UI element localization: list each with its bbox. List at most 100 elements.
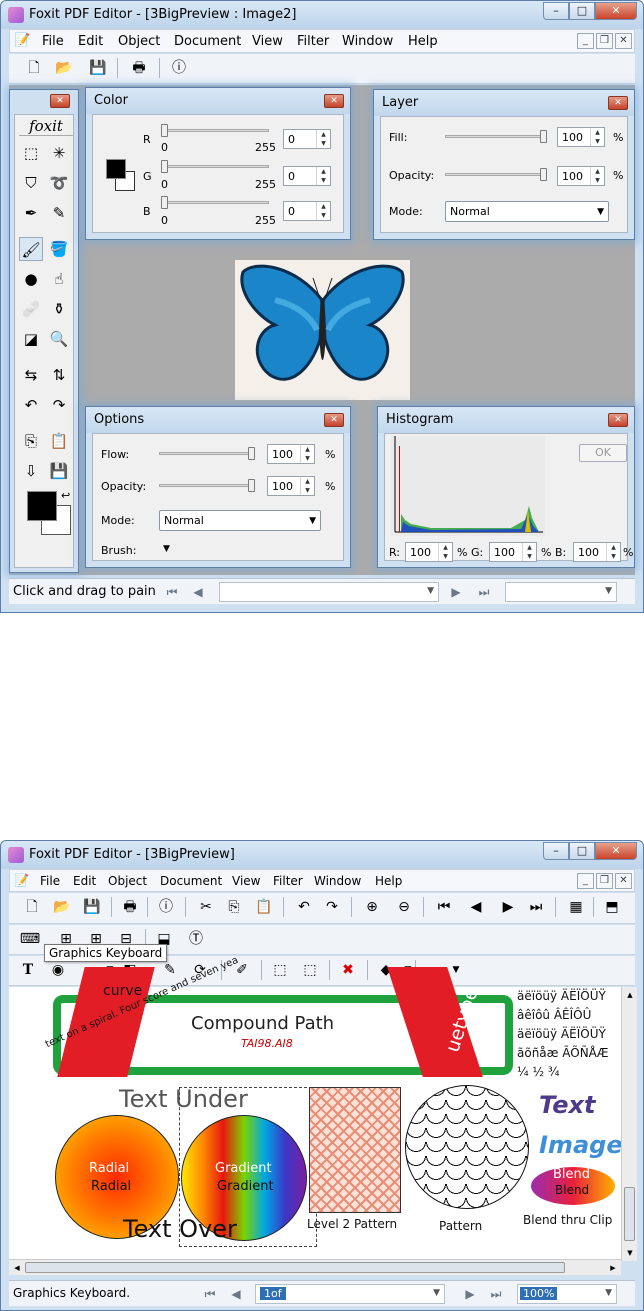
document-canvas[interactable]: curve text on a spiral. Four score and s… bbox=[9, 955, 623, 1259]
zoom-icon[interactable]: 🔍 bbox=[47, 327, 71, 351]
copy-icon[interactable]: ⎘ bbox=[223, 896, 245, 918]
menu-help[interactable]: Help bbox=[408, 34, 438, 49]
close-button[interactable]: ✕ bbox=[595, 2, 637, 20]
menu-object[interactable]: Object bbox=[108, 874, 147, 888]
transform-icon[interactable]: ⬚ bbox=[269, 959, 291, 981]
g-input[interactable]: 0 ▲ ▼ bbox=[283, 166, 331, 186]
new-icon[interactable]: 🗋 bbox=[21, 896, 43, 918]
title-bar[interactable]: Foxit PDF Editor - [3BigPreview : Image2… bbox=[1, 1, 643, 29]
layer-opacity-slider[interactable] bbox=[445, 173, 545, 176]
save-image-icon[interactable]: 💾 bbox=[47, 459, 71, 483]
g-slider[interactable] bbox=[163, 165, 269, 168]
zoom-in-icon[interactable]: ⊕ bbox=[361, 896, 383, 918]
g-slider-thumb[interactable] bbox=[161, 160, 168, 173]
text-tool-icon[interactable]: T bbox=[17, 959, 39, 981]
histogram-panel-close-icon[interactable]: ✕ bbox=[608, 413, 628, 427]
color-wheel-icon[interactable]: ◉ bbox=[47, 959, 69, 981]
menu-window[interactable]: Window bbox=[314, 874, 361, 888]
menu-view[interactable]: View bbox=[252, 34, 283, 49]
fill-bucket-icon[interactable]: 🪣 bbox=[47, 237, 71, 261]
options-panel-close-icon[interactable]: ✕ bbox=[324, 413, 344, 427]
new-icon[interactable]: 🗋 bbox=[23, 57, 45, 79]
last-page-icon[interactable]: ⏭ bbox=[475, 583, 493, 601]
paste-icon[interactable]: 📋 bbox=[47, 429, 71, 453]
blur-icon[interactable]: ● bbox=[19, 267, 43, 291]
redo-icon[interactable]: ↷ bbox=[47, 393, 71, 417]
first-page-icon[interactable]: ⏮ bbox=[163, 583, 181, 601]
brush-dropdown-icon[interactable]: ▼ bbox=[163, 544, 170, 554]
menu-help[interactable]: Help bbox=[375, 874, 402, 888]
info-icon[interactable]: ⓘ bbox=[168, 57, 190, 79]
options-opacity-input[interactable]: 100 ▲ ▼ bbox=[267, 476, 315, 496]
menu-document[interactable]: Document bbox=[160, 874, 222, 888]
mdi-restore-button[interactable]: ❐ bbox=[596, 33, 613, 49]
color-panel-close-icon[interactable]: ✕ bbox=[324, 94, 344, 108]
scroll-thumb[interactable] bbox=[624, 1187, 635, 1241]
mdi-close-button[interactable]: ✕ bbox=[615, 873, 632, 889]
smudge-icon[interactable]: ☝ bbox=[47, 267, 71, 291]
save-icon[interactable]: 💾 bbox=[81, 896, 103, 918]
fill-input[interactable]: 100 ▲ ▼ bbox=[557, 127, 605, 147]
first-page-icon[interactable]: ⏮ bbox=[201, 1285, 219, 1303]
minimize-button[interactable]: – bbox=[543, 2, 569, 20]
options-mode-select[interactable]: Normal ▼ bbox=[159, 510, 321, 531]
prev-page-icon[interactable]: ◀ bbox=[189, 583, 207, 601]
scroll-up-icon[interactable]: ▲ bbox=[622, 987, 638, 1003]
document-properties-icon[interactable]: ⬒ bbox=[601, 896, 623, 918]
page-field[interactable]: ▼ bbox=[219, 582, 439, 602]
polygon-lasso-icon[interactable]: ⛉ bbox=[19, 171, 43, 195]
document-menu-icon[interactable]: 📝 bbox=[14, 873, 29, 887]
info-icon[interactable]: ⓘ bbox=[155, 896, 177, 918]
tools-close-icon[interactable]: ✕ bbox=[50, 94, 70, 108]
next-page-icon[interactable]: ▶ bbox=[461, 1285, 479, 1303]
paste-icon[interactable]: 📋 bbox=[253, 896, 275, 918]
swap-colors-icon[interactable]: ↩ bbox=[61, 489, 70, 502]
menu-filter[interactable]: Filter bbox=[273, 874, 303, 888]
scroll-right-icon[interactable]: ▶ bbox=[605, 1260, 621, 1276]
eyedropper-icon[interactable]: ✒ bbox=[19, 201, 43, 225]
document-menu-icon[interactable]: 📝 bbox=[14, 33, 30, 48]
flow-slider[interactable] bbox=[159, 452, 253, 455]
b-slider[interactable] bbox=[163, 201, 269, 204]
r-slider-thumb[interactable] bbox=[161, 124, 168, 137]
stamp-icon[interactable]: ⚱ bbox=[47, 297, 71, 321]
edit-object-icon[interactable]: ✎ bbox=[159, 959, 181, 981]
mdi-minimize-button[interactable]: _ bbox=[577, 33, 594, 49]
title-bar[interactable]: Foxit PDF Editor - [3BigPreview] – □ ✕ bbox=[1, 841, 643, 869]
menu-object[interactable]: Object bbox=[118, 34, 160, 49]
menu-edit[interactable]: Edit bbox=[78, 34, 103, 49]
r-slider[interactable] bbox=[163, 129, 269, 132]
open-icon[interactable]: 📂 bbox=[53, 57, 75, 79]
menu-view[interactable]: View bbox=[232, 874, 260, 888]
scroll-down-icon[interactable]: ▼ bbox=[622, 1245, 638, 1261]
mdi-minimize-button[interactable]: _ bbox=[577, 873, 594, 889]
vertical-scrollbar[interactable]: ▲ ▼ bbox=[621, 987, 637, 1261]
menu-filter[interactable]: Filter bbox=[297, 34, 329, 49]
print-icon[interactable]: 🖶 bbox=[119, 896, 141, 918]
fill-slider-thumb[interactable] bbox=[540, 130, 547, 143]
layer-opacity-input[interactable]: 100 ▲ ▼ bbox=[557, 166, 605, 186]
hist-r-input[interactable]: 100 ▲ ▼ bbox=[405, 542, 453, 562]
first-page-icon[interactable]: ⏮ bbox=[433, 896, 455, 918]
delete-object-icon[interactable]: ✖ bbox=[337, 959, 359, 981]
maximize-button[interactable]: □ bbox=[569, 842, 595, 860]
import-icon[interactable]: ⇩ bbox=[19, 459, 43, 483]
page-field[interactable]: 1of ▼ bbox=[255, 1284, 445, 1304]
layer-mode-select[interactable]: Normal ▼ bbox=[445, 201, 609, 222]
mdi-close-button[interactable]: ✕ bbox=[615, 33, 632, 49]
layer-opacity-slider-thumb[interactable] bbox=[540, 168, 547, 181]
histogram-ok-button[interactable]: OK bbox=[579, 444, 627, 462]
flow-slider-thumb[interactable] bbox=[248, 447, 255, 460]
redo-icon[interactable]: ↷ bbox=[321, 896, 343, 918]
menu-document[interactable]: Document bbox=[174, 34, 241, 49]
close-button[interactable]: ✕ bbox=[595, 842, 637, 860]
foreground-color-swatch[interactable] bbox=[27, 491, 57, 521]
next-page-icon[interactable]: ▶ bbox=[497, 896, 519, 918]
flip-vertical-icon[interactable]: ⇅ bbox=[47, 363, 71, 387]
calculator-icon[interactable]: ▦ bbox=[565, 896, 587, 918]
marquee-select-icon[interactable]: ⬚ bbox=[19, 141, 43, 165]
cut-icon[interactable]: ✂ bbox=[195, 896, 217, 918]
eraser-icon[interactable]: ◪ bbox=[19, 327, 43, 351]
last-page-icon[interactable]: ⏭ bbox=[525, 896, 547, 918]
options-opacity-slider-thumb[interactable] bbox=[248, 479, 255, 492]
